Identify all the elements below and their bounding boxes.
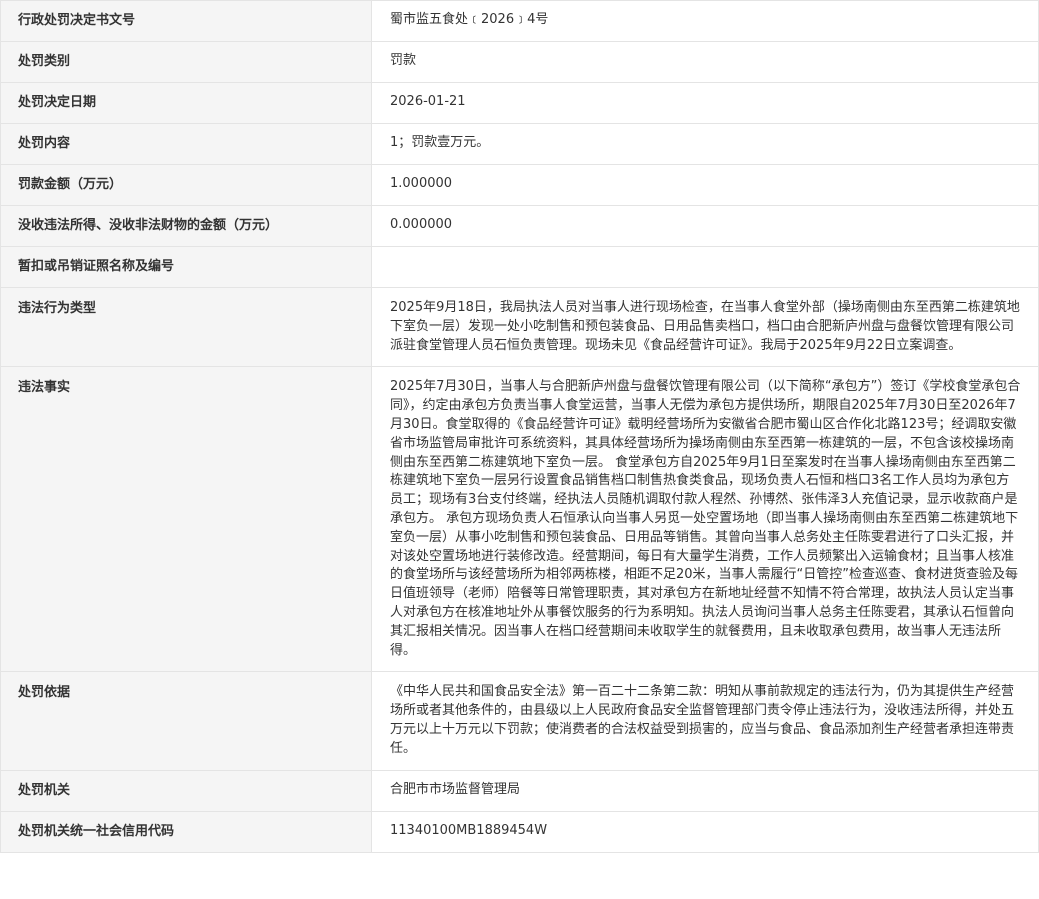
row-value-cell: 1；罚款壹万元。	[371, 123, 1039, 165]
row-value: 0.000000	[390, 217, 453, 232]
table-row: 处罚类别 罚款	[0, 41, 1039, 83]
row-value: 2026-01-21	[390, 94, 466, 109]
row-label-cell: 处罚决定日期	[0, 82, 372, 124]
row-label: 行政处罚决定书文号	[18, 13, 136, 28]
row-value	[372, 247, 1038, 267]
row-value-cell: 《中华人民共和国食品安全法》第一百二十二条第二款：明知从事前款规定的违法行为，仍…	[371, 671, 1039, 771]
row-value: 11340100MB1889454W	[390, 822, 548, 838]
row-value-cell: 0.000000	[371, 205, 1039, 247]
row-label-cell: 暂扣或吊销证照名称及编号	[0, 246, 372, 288]
row-value-cell: 蜀市监五食处﹝2026﹞4号	[371, 0, 1039, 42]
row-value-cell: 2026-01-21	[371, 82, 1039, 124]
row-value: 2025年7月30日，当事人与合肥新庐州盘与盘餐饮管理有限公司（以下简称“承包方…	[390, 379, 1021, 658]
row-label-cell: 处罚机关	[0, 769, 372, 812]
table-row: 违法事实 2025年7月30日，当事人与合肥新庐州盘与盘餐饮管理有限公司（以下简…	[0, 366, 1039, 673]
row-label: 处罚机关统一社会信用代码	[18, 823, 175, 839]
row-value-cell	[371, 246, 1039, 288]
row-label-cell: 没收违法所得、没收非法财物的金额（万元）	[0, 205, 372, 247]
row-label-cell: 行政处罚决定书文号	[0, 0, 372, 42]
row-value: 《中华人民共和国食品安全法》第一百二十二条第二款：明知从事前款规定的违法行为，仍…	[390, 684, 1015, 756]
row-label-cell: 处罚依据	[0, 671, 372, 771]
table-row: 没收违法所得、没收非法财物的金额（万元） 0.000000	[0, 205, 1039, 247]
table-row: 处罚决定日期 2026-01-21	[0, 82, 1039, 124]
table-row: 处罚机关 合肥市市场监督管理局	[0, 769, 1039, 812]
row-value: 蜀市监五食处﹝2026﹞4号	[390, 12, 549, 27]
table-row: 行政处罚决定书文号 蜀市监五食处﹝2026﹞4号	[0, 0, 1039, 42]
row-value-cell: 2025年9月18日，我局执法人员对当事人进行现场检查，在当事人食堂外部（操场南…	[371, 286, 1039, 368]
row-label-cell: 处罚机关统一社会信用代码	[0, 810, 372, 853]
row-value-cell: 合肥市市场监督管理局	[371, 769, 1039, 812]
row-value-cell: 罚款	[371, 41, 1039, 83]
row-label: 违法事实	[18, 380, 71, 396]
penalty-detail-table: 行政处罚决定书文号 蜀市监五食处﹝2026﹞4号 处罚类别 罚款 处罚决定日期 …	[0, 0, 1039, 853]
row-label-cell: 罚款金额（万元）	[0, 164, 372, 206]
row-value: 罚款	[390, 53, 417, 68]
table-row: 罚款金额（万元） 1.000000	[0, 164, 1039, 206]
row-value: 1；罚款壹万元。	[390, 135, 490, 150]
row-value: 1.000000	[390, 176, 453, 191]
row-value-cell: 2025年7月30日，当事人与合肥新庐州盘与盘餐饮管理有限公司（以下简称“承包方…	[371, 366, 1039, 673]
row-label-cell: 违法行为类型	[0, 286, 372, 368]
table-row: 处罚内容 1；罚款壹万元。	[0, 123, 1039, 165]
row-label: 罚款金额（万元）	[18, 177, 123, 192]
table-row: 暂扣或吊销证照名称及编号	[0, 246, 1039, 288]
row-value: 合肥市市场监督管理局	[390, 781, 521, 797]
row-label: 处罚决定日期	[18, 95, 97, 110]
row-label-cell: 违法事实	[0, 366, 372, 673]
row-label-cell: 处罚类别	[0, 41, 372, 83]
row-label: 处罚类别	[18, 54, 71, 69]
row-value-cell: 1.000000	[371, 164, 1039, 206]
row-label: 处罚机关	[18, 782, 71, 798]
table-row: 违法行为类型 2025年9月18日，我局执法人员对当事人进行现场检查，在当事人食…	[0, 286, 1039, 368]
row-label: 暂扣或吊销证照名称及编号	[18, 259, 175, 274]
row-label: 违法行为类型	[18, 301, 97, 316]
row-value-cell: 11340100MB1889454W	[371, 810, 1039, 853]
row-value: 2025年9月18日，我局执法人员对当事人进行现场检查，在当事人食堂外部（操场南…	[390, 300, 1020, 353]
table-row: 处罚依据 《中华人民共和国食品安全法》第一百二十二条第二款：明知从事前款规定的违…	[0, 671, 1039, 771]
row-label: 处罚内容	[18, 136, 71, 151]
table-row: 处罚机关统一社会信用代码 11340100MB1889454W	[0, 810, 1039, 853]
row-label-cell: 处罚内容	[0, 123, 372, 165]
row-label: 没收违法所得、没收非法财物的金额（万元）	[18, 218, 279, 233]
row-label: 处罚依据	[18, 685, 71, 701]
